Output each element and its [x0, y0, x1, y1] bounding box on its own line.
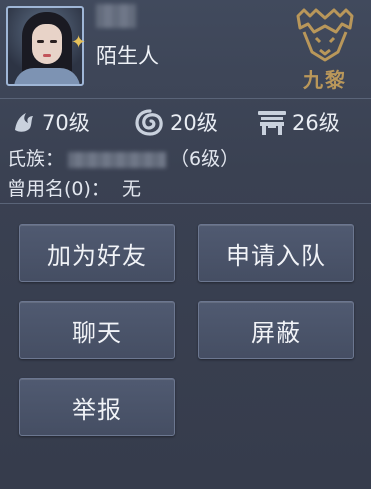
avatar-face [32, 24, 62, 64]
former-names-value: 无 [121, 178, 141, 200]
avatar-shoulder [14, 68, 80, 84]
gate-icon [258, 111, 286, 135]
block-button[interactable]: 屏蔽 [198, 301, 354, 359]
guild-logo: 九黎 [290, 6, 360, 92]
guild-logo-text: 九黎 [303, 68, 347, 92]
avatar-eye [37, 40, 44, 43]
level-1-value: 70级 [42, 111, 90, 135]
level-3-value: 26级 [292, 111, 340, 135]
former-names-label: 曾用名(0)： [7, 178, 110, 200]
profile-header: ✦ 陌生人 九黎 [0, 0, 371, 98]
level-stats: 70级 20级 26级 [10, 107, 365, 137]
avatar-lip [43, 54, 51, 57]
swirl-icon [135, 109, 163, 136]
player-info-panel: ✦ 陌生人 九黎 70级 20级 26级 氏族： （6级） 曾用名(0)： 无 … [0, 0, 371, 489]
divider [0, 203, 371, 204]
join-team-button[interactable]: 申请入队 [198, 224, 354, 282]
divider [0, 98, 371, 99]
avatar-eye [50, 40, 57, 43]
clan-level: （6级） [170, 148, 240, 170]
guild-emblem-icon [296, 8, 354, 62]
clan-label: 氏族： [7, 148, 65, 170]
clan-info: 氏族： （6级） [7, 144, 239, 171]
level-2-value: 20级 [170, 111, 218, 135]
level-stat-2: 20级 [134, 107, 218, 137]
report-button[interactable]: 举报 [19, 378, 175, 436]
add-friend-button[interactable]: 加为好友 [19, 224, 175, 282]
blurred-clan-name [68, 151, 167, 168]
blurred-player-id [96, 4, 136, 28]
level-stat-1: 70级 [10, 107, 90, 137]
former-names-info: 曾用名(0)： 无 [7, 174, 141, 201]
level-stat-3: 26级 [256, 107, 340, 137]
chat-button[interactable]: 聊天 [19, 301, 175, 359]
star-icon: ✦ [71, 32, 87, 53]
player-name: 陌生人 [96, 44, 159, 68]
flame-wing-icon [15, 113, 33, 132]
